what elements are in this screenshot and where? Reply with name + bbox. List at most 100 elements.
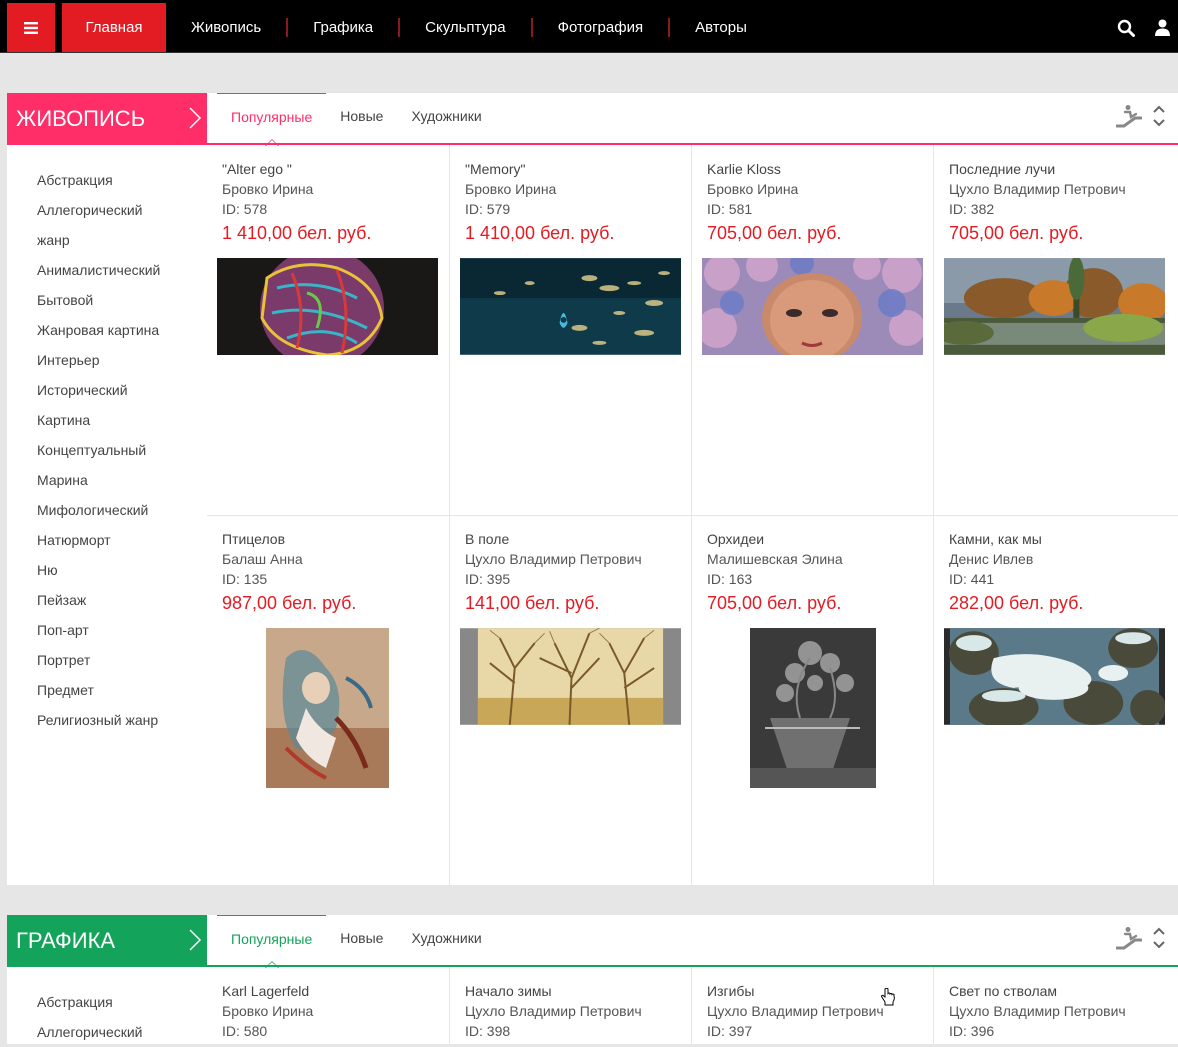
artwork-image[interactable] bbox=[217, 628, 438, 788]
artwork-card[interactable]: Камни, как мы Денис Ивлев ID: 441 282,00… bbox=[933, 515, 1175, 885]
artwork-image[interactable] bbox=[460, 628, 681, 725]
artwork-id: ID: 397 bbox=[707, 1023, 753, 1039]
category-sidebar: Абстракция Аллегорический bbox=[7, 967, 207, 1047]
nav-link-authors[interactable]: Авторы bbox=[670, 18, 772, 37]
artwork-title[interactable]: Karlie Kloss bbox=[707, 159, 923, 179]
artwork-id: ID: 135 bbox=[222, 571, 268, 587]
category-item[interactable]: Мифологический bbox=[7, 495, 207, 525]
artwork-author[interactable]: Балаш Анна bbox=[222, 549, 439, 569]
artwork-price: 282,00 бел. руб. bbox=[949, 593, 1084, 613]
section-title-graphics[interactable]: ГРАФИКА bbox=[7, 915, 207, 967]
category-item[interactable]: жанр bbox=[7, 225, 207, 255]
artwork-card[interactable]: Орхидеи Малишевская Элина ID: 163 705,00… bbox=[691, 515, 933, 885]
artwork-card[interactable]: "Alter ego " Бровко Ирина ID: 578 1 410,… bbox=[207, 145, 449, 515]
tab-label: Популярные bbox=[231, 931, 313, 947]
artwork-author[interactable]: Бровко Ирина bbox=[222, 179, 439, 199]
category-item[interactable]: Концептуальный bbox=[7, 435, 207, 465]
category-item[interactable]: Картина bbox=[7, 405, 207, 435]
category-sidebar: Абстракция Аллегорический жанр Анималист… bbox=[7, 145, 207, 735]
artwork-card[interactable]: "Memory" Бровко Ирина ID: 579 1 410,00 б… bbox=[449, 145, 691, 515]
category-item[interactable]: Пейзаж bbox=[7, 585, 207, 615]
tab-new[interactable]: Новые bbox=[326, 915, 397, 967]
artwork-author[interactable]: Цухло Владимир Петрович bbox=[465, 549, 681, 569]
category-item[interactable]: Абстракция bbox=[7, 987, 207, 1017]
artwork-title[interactable]: "Memory" bbox=[465, 159, 681, 179]
category-item[interactable]: Анималистический bbox=[7, 255, 207, 285]
category-item[interactable]: Марина bbox=[7, 465, 207, 495]
artwork-card[interactable]: В поле Цухло Владимир Петрович ID: 395 1… bbox=[449, 515, 691, 885]
tab-artists[interactable]: Художники bbox=[397, 915, 495, 967]
artwork-title[interactable]: Последние лучи bbox=[949, 159, 1165, 179]
artwork-title[interactable]: Орхидеи bbox=[707, 529, 923, 549]
user-icon[interactable] bbox=[1155, 19, 1170, 36]
artwork-author[interactable]: Малишевская Элина bbox=[707, 549, 923, 569]
artwork-title[interactable]: В поле bbox=[465, 529, 681, 549]
artwork-card[interactable]: Изгибы Цухло Владимир Петрович ID: 397 bbox=[691, 967, 933, 1044]
tab-popular[interactable]: Популярные bbox=[217, 915, 327, 968]
artwork-image[interactable] bbox=[944, 258, 1165, 355]
category-item[interactable]: Религиозный жанр bbox=[7, 705, 207, 735]
escalator-icon[interactable] bbox=[1116, 926, 1142, 950]
hamburger-menu-button[interactable] bbox=[7, 3, 55, 52]
category-item[interactable]: Бытовой bbox=[7, 285, 207, 315]
category-item[interactable]: Исторический bbox=[7, 375, 207, 405]
artwork-card[interactable]: Свет по стволам Цухло Владимир Петрович … bbox=[933, 967, 1175, 1044]
artwork-card[interactable]: Начало зимы Цухло Владимир Петрович ID: … bbox=[449, 967, 691, 1044]
nav-home-link[interactable]: Главная bbox=[62, 3, 166, 52]
nav-link-sculpture[interactable]: Скульптура bbox=[400, 18, 530, 37]
category-item[interactable]: Портрет bbox=[7, 645, 207, 675]
artwork-id: ID: 395 bbox=[465, 571, 511, 587]
artwork-card[interactable]: Karlie Kloss Бровко Ирина ID: 581 705,00… bbox=[691, 145, 933, 515]
tab-new[interactable]: Новые bbox=[326, 93, 397, 145]
artwork-image[interactable] bbox=[702, 258, 923, 355]
nav-link-graphics[interactable]: Графика bbox=[288, 18, 398, 37]
artwork-id: ID: 398 bbox=[465, 1023, 511, 1039]
artwork-image[interactable] bbox=[460, 258, 681, 355]
category-item[interactable]: Жанровая картина bbox=[7, 315, 207, 345]
category-item[interactable]: Аллегорический bbox=[7, 195, 207, 225]
artwork-title[interactable]: Свет по стволам bbox=[949, 981, 1165, 1001]
artwork-image[interactable] bbox=[702, 628, 923, 788]
nav-link-photography[interactable]: Фотография bbox=[533, 18, 668, 37]
artwork-author[interactable]: Бровко Ирина bbox=[707, 179, 923, 199]
nav-link-painting[interactable]: Живопись bbox=[166, 18, 286, 37]
artwork-author[interactable]: Бровко Ирина bbox=[222, 1001, 439, 1021]
category-item[interactable]: Поп-арт bbox=[7, 615, 207, 645]
escalator-icon[interactable] bbox=[1116, 104, 1142, 128]
category-item[interactable]: Аллегорический bbox=[7, 1017, 207, 1047]
tab-popular[interactable]: Популярные bbox=[217, 93, 327, 146]
artwork-title[interactable]: Karl Lagerfeld bbox=[222, 981, 439, 1001]
artwork-price: 141,00 бел. руб. bbox=[465, 593, 600, 613]
spacer-strip bbox=[7, 63, 1178, 93]
category-item[interactable]: Предмет bbox=[7, 675, 207, 705]
category-item[interactable]: Интерьер bbox=[7, 345, 207, 375]
artwork-author[interactable]: Бровко Ирина bbox=[465, 179, 681, 199]
hand-cursor-icon bbox=[880, 988, 895, 1006]
search-icon[interactable] bbox=[1117, 19, 1135, 37]
artwork-price: 1 410,00 бел. руб. bbox=[222, 223, 372, 243]
expand-collapse-icon[interactable] bbox=[1152, 103, 1166, 129]
artwork-id: ID: 163 bbox=[707, 571, 753, 587]
artwork-card[interactable]: Птицелов Балаш Анна ID: 135 987,00 бел. … bbox=[207, 515, 449, 885]
category-item[interactable]: Натюрморт bbox=[7, 525, 207, 555]
artwork-title[interactable]: "Alter ego " bbox=[222, 159, 439, 179]
expand-collapse-icon[interactable] bbox=[1152, 925, 1166, 951]
artwork-author[interactable]: Цухло Владимир Петрович bbox=[949, 179, 1165, 199]
artwork-author[interactable]: Цухло Владимир Петрович bbox=[949, 1001, 1165, 1021]
painting-section: ЖИВОПИСЬ Популярные Новые Художники Абст… bbox=[7, 93, 1178, 885]
category-item[interactable]: Ню bbox=[7, 555, 207, 585]
tab-artists[interactable]: Художники bbox=[397, 93, 495, 145]
artwork-title[interactable]: Птицелов bbox=[222, 529, 439, 549]
artwork-author[interactable]: Денис Ивлев bbox=[949, 549, 1165, 569]
artwork-card[interactable]: Karl Lagerfeld Бровко Ирина ID: 580 bbox=[207, 967, 449, 1044]
section-title-painting[interactable]: ЖИВОПИСЬ bbox=[7, 93, 207, 145]
category-item[interactable]: Абстракция bbox=[7, 165, 207, 195]
artwork-image[interactable] bbox=[217, 258, 438, 355]
artwork-card[interactable]: Последние лучи Цухло Владимир Петрович I… bbox=[933, 145, 1175, 515]
artwork-author[interactable]: Цухло Владимир Петрович bbox=[465, 1001, 681, 1021]
artwork-image[interactable] bbox=[944, 628, 1165, 725]
top-navigation: Главная Живопись Графика Скульптура Фото… bbox=[0, 0, 1178, 53]
artwork-title[interactable]: Начало зимы bbox=[465, 981, 681, 1001]
artwork-title[interactable]: Камни, как мы bbox=[949, 529, 1165, 549]
artwork-id: ID: 441 bbox=[949, 571, 995, 587]
